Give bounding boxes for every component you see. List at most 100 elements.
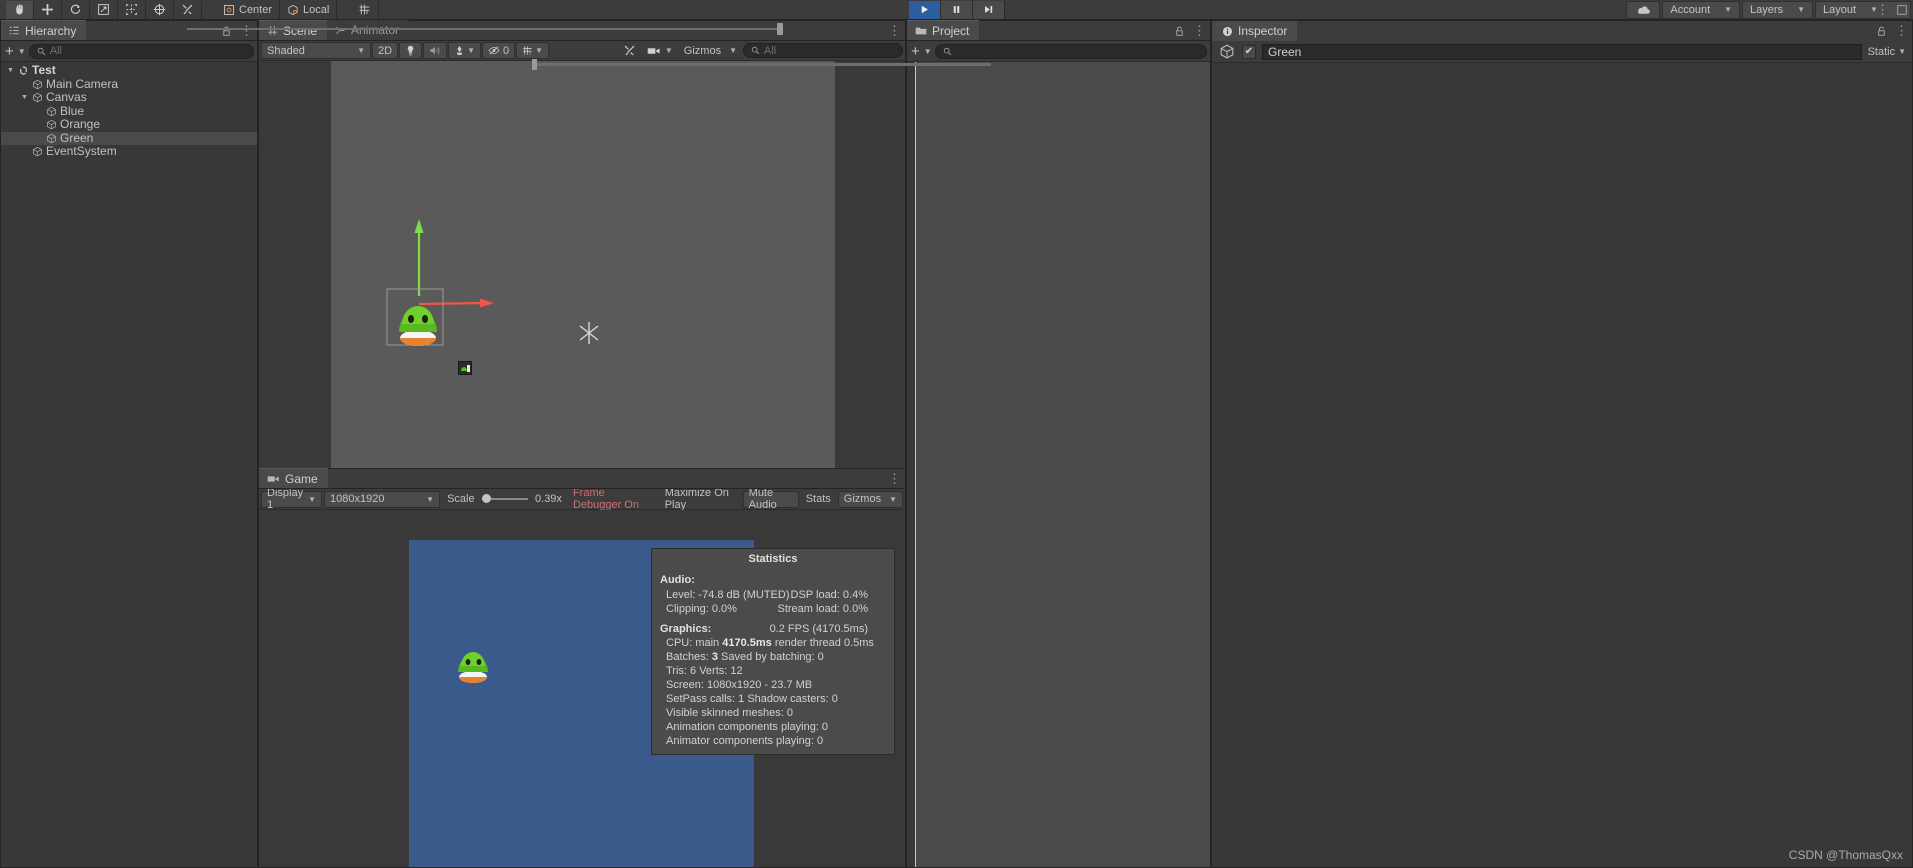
custom-tool-button[interactable]: [174, 1, 202, 19]
resolution-dropdown[interactable]: 1080x1920 ▼: [324, 491, 440, 508]
account-button[interactable]: Account▼: [1662, 1, 1740, 19]
maximize-on-play-toggle[interactable]: Maximize On Play: [660, 487, 741, 511]
toolbar-right-group: Account▼ Layers▼ Layout▼: [1626, 1, 1911, 19]
tab-inspector[interactable]: Inspector: [1212, 21, 1297, 41]
project-tab-icons: ⋮: [1174, 21, 1206, 41]
hierarchy-search-input[interactable]: All: [29, 44, 254, 59]
lock-icon[interactable]: [1876, 26, 1887, 37]
hierarchy-item-label: EventSystem: [46, 145, 117, 159]
layers-button[interactable]: Layers▼: [1742, 1, 1813, 19]
transform-tool-button[interactable]: [146, 1, 174, 19]
hierarchy-item-blue[interactable]: ▶Blue: [1, 105, 257, 119]
info-icon: [1222, 26, 1233, 37]
scene-fx-button[interactable]: ▼: [448, 42, 481, 59]
chevron-down-icon[interactable]: ▼: [18, 47, 26, 56]
statistics-tris: Tris: 6 Verts: 12: [652, 664, 894, 678]
add-object-button[interactable]: +: [4, 43, 15, 60]
scene-viewport[interactable]: [259, 61, 905, 488]
rotate-tool-button[interactable]: [62, 1, 90, 19]
project-add-button[interactable]: +: [910, 43, 921, 60]
gameobject-icon: [30, 92, 44, 103]
stats-toggle[interactable]: Stats: [801, 493, 836, 505]
levels-slider-knob[interactable]: [532, 59, 537, 70]
scene-object-preview: [389, 286, 449, 348]
hidden-count-label: 0: [503, 45, 509, 57]
grid-visibility-icon: [522, 45, 533, 56]
maximize-icon[interactable]: [1897, 5, 1907, 15]
hierarchy-item-orange[interactable]: ▶Orange: [1, 118, 257, 132]
display-dropdown[interactable]: Display 1 ▼: [261, 491, 322, 508]
hierarchy-item-green[interactable]: ▶Green: [1, 132, 257, 146]
expand-arrow-icon[interactable]: ▼: [19, 91, 30, 105]
hierarchy-tab-icons: ⋮: [221, 21, 253, 41]
gizmos-dropdown[interactable]: Gizmos ▼: [679, 42, 742, 59]
scene-lighting-button[interactable]: [399, 42, 422, 59]
hierarchy-item-test[interactable]: ▼ Test: [1, 64, 257, 78]
project-search-input[interactable]: [935, 44, 1207, 59]
kebab-icon[interactable]: ⋮: [1193, 26, 1206, 36]
gameobject-icon: [30, 79, 44, 90]
levels-slider[interactable]: [532, 63, 991, 66]
eye-off-icon: [488, 45, 500, 56]
hierarchy-item-main-camera[interactable]: ▶Main Camera: [1, 78, 257, 92]
tab-animator[interactable]: Animator: [327, 20, 409, 40]
play-button[interactable]: [909, 1, 941, 19]
pivot-button[interactable]: Center: [216, 1, 280, 19]
grid-snap-icon[interactable]: [351, 1, 379, 19]
scene-tabbar: Scene Animator ⋮: [259, 21, 905, 41]
hierarchy-item-label: Test: [32, 64, 56, 78]
space-button[interactable]: Local: [280, 1, 337, 19]
hand-tool-button[interactable]: [6, 1, 34, 19]
scene-hidden-objects-button[interactable]: 0: [482, 42, 515, 59]
kebab-icon[interactable]: ⋮: [1895, 26, 1908, 36]
step-button[interactable]: [973, 1, 1005, 19]
kebab-icon[interactable]: ⋮: [888, 26, 901, 36]
move-tool-button[interactable]: [34, 1, 62, 19]
chevron-down-icon: ▼: [535, 46, 543, 55]
tab-game[interactable]: Game: [259, 468, 328, 488]
expand-arrow-icon[interactable]: ▼: [5, 64, 16, 78]
2d-toggle-button[interactable]: 2D: [372, 42, 398, 59]
kebab-icon[interactable]: ⋮: [1876, 5, 1889, 15]
scene-camera-button[interactable]: ▼: [642, 42, 678, 59]
project-grid-column[interactable]: [916, 62, 1210, 867]
hierarchy-item-eventsystem[interactable]: ▶EventSystem: [1, 145, 257, 159]
project-toolbar: + ▼: [907, 41, 1210, 62]
chevron-down-icon[interactable]: ▼: [924, 47, 932, 56]
static-toggle[interactable]: Static ▼: [1868, 46, 1906, 58]
pivot-label: Center: [239, 1, 272, 19]
project-tabbar: Project ⋮: [907, 21, 1210, 41]
scene-audio-button[interactable]: [423, 42, 447, 59]
hierarchy-list: ▼Test▶Main Camera▼Canvas▶Blue▶Orange▶Gre…: [1, 62, 257, 159]
gameobject-icon: [44, 119, 58, 130]
statistics-cpu: CPU: main 4170.5ms render thread 0.5ms: [652, 636, 894, 650]
scene-gizmo-search-input[interactable]: All: [743, 43, 903, 58]
chevron-down-icon: ▼: [665, 46, 673, 55]
cloud-icon[interactable]: [1626, 1, 1660, 19]
tab-project[interactable]: Project: [907, 20, 979, 40]
hierarchy-item-canvas[interactable]: ▼Canvas: [1, 91, 257, 105]
scene-pivot-marker: [575, 319, 603, 347]
rect-tool-button[interactable]: [118, 1, 146, 19]
mute-audio-toggle[interactable]: Mute Audio: [743, 491, 799, 508]
space-label: Local: [303, 1, 329, 19]
tab-hierarchy[interactable]: Hierarchy: [1, 20, 86, 40]
game-gizmos-dropdown[interactable]: Gizmos ▼: [838, 491, 903, 508]
kebab-icon[interactable]: ⋮: [888, 474, 901, 484]
pause-button[interactable]: [941, 1, 973, 19]
lock-icon[interactable]: [1174, 26, 1185, 37]
object-name-field[interactable]: Green: [1262, 44, 1862, 60]
layout-label: Layout: [1823, 4, 1856, 16]
scene-tools-button[interactable]: [618, 42, 641, 59]
game-viewport[interactable]: Statistics Audio: Level: -74.8 dB (MUTED…: [259, 510, 905, 867]
scale-tool-button[interactable]: [90, 1, 118, 19]
tab-scene[interactable]: Scene: [259, 20, 327, 40]
scale-slider[interactable]: [482, 493, 528, 505]
draw-mode-dropdown[interactable]: Shaded ▼: [261, 42, 371, 59]
search-icon: [943, 47, 952, 56]
game-gizmos-label: Gizmos: [844, 493, 881, 505]
object-enabled-checkbox[interactable]: ✔: [1242, 45, 1256, 59]
statistics-skinned: Visible skinned meshes: 0: [652, 706, 894, 720]
scene-grid-visibility-button[interactable]: ▼: [516, 42, 549, 59]
event-slider-knob[interactable]: [777, 23, 783, 35]
